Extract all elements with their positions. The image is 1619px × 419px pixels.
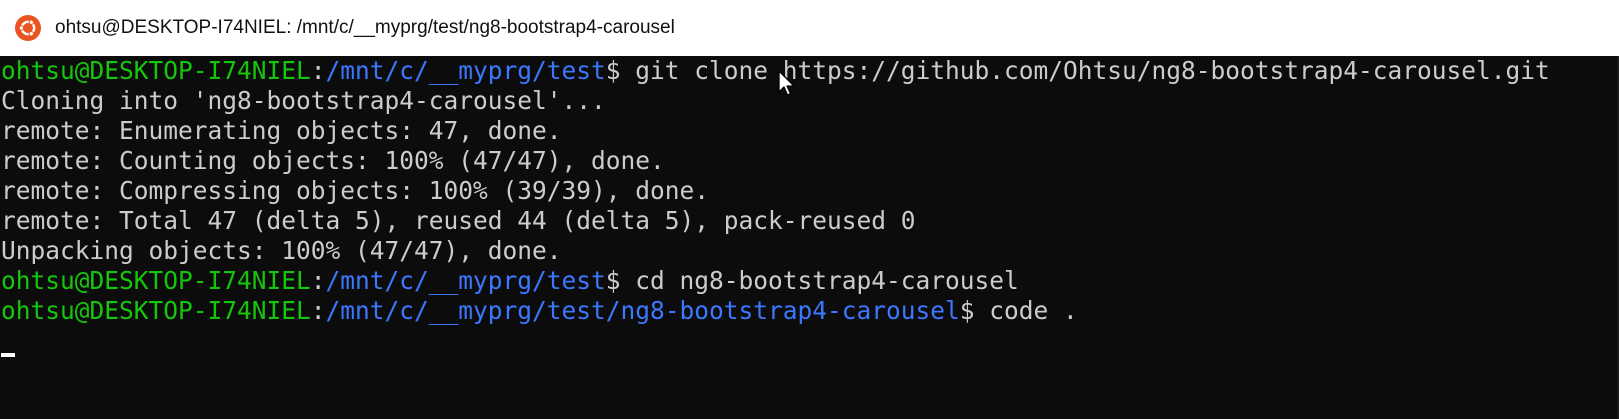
ubuntu-icon [15, 15, 41, 41]
prompt-command: $ cd ng8-bootstrap4-carousel [605, 266, 1019, 295]
prompt-command: $ code . [959, 296, 1078, 325]
prompt-path: /mnt/c/__myprg/test/ng8-bootstrap4-carou… [325, 296, 960, 325]
prompt-path: /mnt/c/__myprg/test [325, 266, 606, 295]
output-line: remote: Compressing objects: 100% (39/39… [1, 176, 710, 205]
prompt-colon: : [310, 296, 326, 325]
mouse-pointer-icon [778, 70, 796, 103]
prompt-path: /mnt/c/__myprg/test [325, 56, 606, 85]
terminal-window: ohtsu@DESKTOP-I74NIEL: /mnt/c/__myprg/te… [0, 0, 1619, 419]
prompt-line: ohtsu@DESKTOP-I74NIEL:/mnt/c/__myprg/tes… [1, 56, 1619, 86]
window-title: ohtsu@DESKTOP-I74NIEL: /mnt/c/__myprg/te… [55, 17, 675, 38]
text-cursor [1, 353, 15, 357]
output-line: Cloning into 'ng8-bootstrap4-carousel'..… [1, 86, 606, 115]
title-bar[interactable]: ohtsu@DESKTOP-I74NIEL: /mnt/c/__myprg/te… [0, 0, 1619, 56]
prompt-line: ohtsu@DESKTOP-I74NIEL:/mnt/c/__myprg/tes… [1, 296, 1619, 326]
input-line[interactable] [1, 340, 1619, 370]
terminal-output[interactable]: ohtsu@DESKTOP-I74NIEL:/mnt/c/__myprg/tes… [0, 56, 1619, 419]
prompt-line: ohtsu@DESKTOP-I74NIEL:/mnt/c/__myprg/tes… [1, 266, 1619, 296]
prompt-user-host: ohtsu@DESKTOP-I74NIEL [1, 296, 311, 325]
output-line: Unpacking objects: 100% (47/47), done. [1, 236, 562, 265]
output-line: remote: Enumerating objects: 47, done. [1, 116, 562, 145]
output-line: remote: Total 47 (delta 5), reused 44 (d… [1, 206, 916, 235]
output-line: remote: Counting objects: 100% (47/47), … [1, 146, 665, 175]
prompt-colon: : [310, 266, 326, 295]
prompt-colon: : [310, 56, 326, 85]
prompt-user-host: ohtsu@DESKTOP-I74NIEL [1, 266, 311, 295]
prompt-user-host: ohtsu@DESKTOP-I74NIEL [1, 56, 311, 85]
prompt-command: $ git clone https://github.com/Ohtsu/ng8… [605, 56, 1550, 85]
